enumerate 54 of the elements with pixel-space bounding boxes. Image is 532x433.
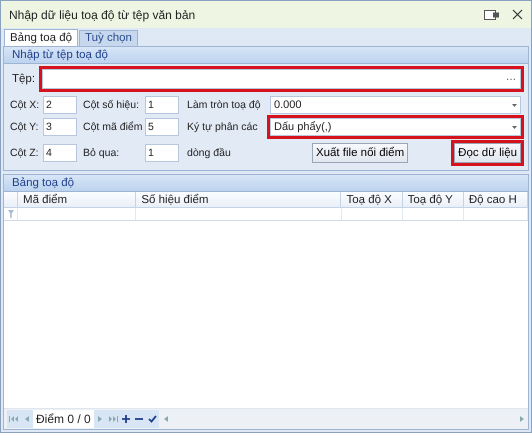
column-header[interactable]: Toạ độ Y — [402, 192, 464, 208]
filter-icon[interactable] — [8, 210, 14, 218]
field-label: Cột Y: — [9, 121, 38, 133]
number-field[interactable]: 2 — [43, 96, 77, 114]
number-field[interactable]: 5 — [145, 118, 179, 136]
filter-cell[interactable] — [342, 208, 403, 221]
scroll-right-icon[interactable] — [519, 415, 525, 423]
tab[interactable]: Tuỳ chọn — [79, 30, 138, 46]
action-button[interactable]: Đọc dữ liệu — [454, 143, 521, 163]
group-header: Nhập từ tệp toạ độ — [4, 47, 528, 64]
number-field[interactable]: 1 — [145, 96, 179, 114]
field-label: dòng đầu — [186, 147, 231, 159]
filter-cell[interactable] — [18, 208, 136, 221]
field-label: Làm tròn toạ độ — [186, 99, 261, 111]
group-header: Bảng toạ độ — [4, 175, 528, 192]
check-icon[interactable] — [148, 415, 157, 423]
field-label: Tệp: — [11, 73, 36, 85]
column-header[interactable]: Số hiệu điểm — [136, 192, 342, 208]
filter-row-indicator[interactable] — [4, 208, 18, 221]
field-label: Ký tự phân các — [186, 121, 258, 133]
number-field[interactable]: 3 — [43, 118, 77, 136]
remove-icon[interactable] — [135, 415, 144, 423]
add-icon[interactable] — [122, 415, 130, 423]
next-record-icon[interactable] — [97, 415, 104, 423]
window-icon[interactable] — [484, 8, 500, 20]
first-record-icon[interactable] — [9, 415, 18, 423]
dropdown-field[interactable]: 0.000 — [270, 96, 521, 114]
column-header[interactable]: Độ cao H — [464, 192, 528, 208]
caret-icon — [512, 126, 517, 128]
previous-record-icon[interactable] — [24, 415, 30, 423]
field-label: Cột Z: — [9, 147, 39, 159]
action-button[interactable]: Xuất file nối điểm — [312, 143, 408, 163]
row-indicator-header — [4, 192, 18, 208]
scroll-left-icon[interactable] — [162, 415, 169, 423]
filter-cell[interactable] — [402, 208, 464, 221]
number-field[interactable]: 4 — [43, 144, 77, 162]
tab[interactable]: Bảng toạ độ — [4, 29, 78, 46]
file-field[interactable]: ··· — [42, 69, 521, 89]
browse-button[interactable]: ··· — [506, 74, 516, 84]
field-label: Cột số hiệu: — [82, 99, 140, 111]
field-label: Cột X: — [9, 99, 40, 111]
field-label: Cột mã điểm — [82, 121, 143, 133]
column-header[interactable]: Toạ độ X — [341, 192, 403, 208]
dropdown-field[interactable]: Dấu phẩy(,) — [270, 118, 521, 136]
filter-cell[interactable] — [136, 208, 342, 221]
last-record-icon[interactable] — [108, 415, 118, 423]
close-icon[interactable] — [512, 9, 523, 20]
record-counter: Điểm 0 / 0 — [33, 410, 94, 428]
filter-cell[interactable] — [464, 208, 528, 221]
field-label: Bỏ qua: — [82, 147, 120, 159]
caret-icon — [512, 104, 517, 106]
column-header[interactable]: Mã điểm — [18, 192, 136, 208]
number-field[interactable]: 1 — [145, 144, 179, 162]
window-title: Nhập dữ liệu toạ độ từ tệp văn bản — [9, 8, 196, 22]
